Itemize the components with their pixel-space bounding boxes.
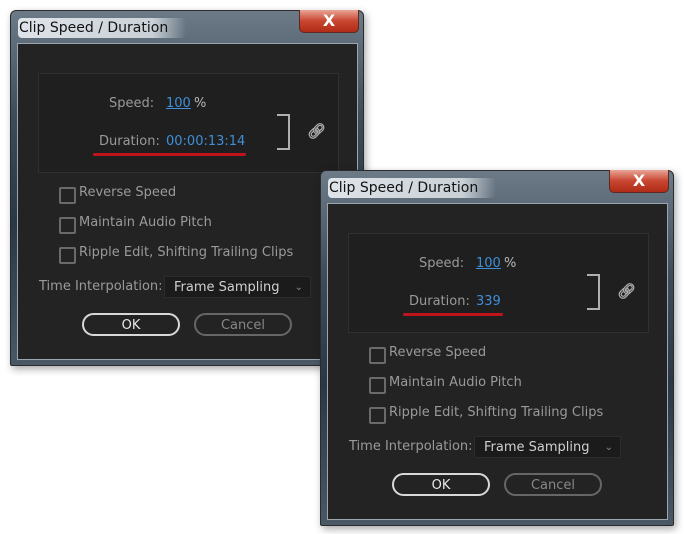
- cancel-button[interactable]: Cancel: [504, 473, 602, 496]
- ripple-edit-checkbox[interactable]: [369, 407, 386, 424]
- link-icon[interactable]: 🔗︎: [307, 122, 326, 140]
- red-highlight-underline: [403, 313, 503, 316]
- reverse-speed-label: Reverse Speed: [389, 345, 487, 360]
- maintain-audio-pitch-checkbox[interactable]: [369, 377, 386, 394]
- link-bracket: [277, 114, 290, 150]
- reverse-speed-checkbox[interactable]: [369, 347, 386, 364]
- maintain-audio-pitch-checkbox[interactable]: [59, 217, 76, 234]
- duration-label: Duration:: [409, 294, 470, 309]
- speed-label: Speed:: [109, 96, 155, 111]
- cancel-button[interactable]: Cancel: [194, 313, 292, 336]
- time-interpolation-value: Frame Sampling: [174, 280, 280, 295]
- time-interpolation-select[interactable]: Frame Sampling ⌄: [164, 276, 311, 298]
- ok-button[interactable]: OK: [392, 473, 490, 496]
- clip-speed-dialog-timecode: Clip Speed / Duration X Speed: 100 % Dur…: [10, 10, 364, 366]
- maintain-audio-pitch-label: Maintain Audio Pitch: [389, 375, 522, 390]
- duration-input[interactable]: 00:00:13:14: [166, 134, 245, 149]
- dialog-title: Clip Speed / Duration: [18, 18, 187, 38]
- chevron-down-icon: ⌄: [294, 282, 303, 293]
- speed-label: Speed:: [419, 256, 465, 271]
- ok-button[interactable]: OK: [82, 313, 180, 336]
- ripple-edit-label: Ripple Edit, Shifting Trailing Clips: [79, 245, 294, 260]
- link-icon[interactable]: 🔗︎: [617, 282, 636, 300]
- dialog-content: Speed: 100 % Duration: 00:00:13:14 🔗︎ Re…: [17, 43, 358, 360]
- link-bracket: [587, 274, 600, 310]
- dialog-content: Speed: 100 % Duration: 339 🔗︎ Reverse Sp…: [327, 203, 668, 520]
- close-icon: X: [322, 11, 336, 30]
- clip-speed-dialog-frames: Clip Speed / Duration X Speed: 100 % Dur…: [320, 170, 674, 526]
- duration-label: Duration:: [99, 134, 160, 149]
- reverse-speed-label: Reverse Speed: [79, 185, 177, 200]
- speed-input[interactable]: 100: [166, 96, 191, 111]
- speed-unit: %: [194, 96, 207, 111]
- ripple-edit-label: Ripple Edit, Shifting Trailing Clips: [389, 405, 604, 420]
- ripple-edit-checkbox[interactable]: [59, 247, 76, 264]
- reverse-speed-checkbox[interactable]: [59, 187, 76, 204]
- speed-duration-group: [348, 233, 649, 333]
- speed-input[interactable]: 100: [476, 256, 501, 271]
- close-icon: X: [632, 171, 646, 190]
- dialog-title: Clip Speed / Duration: [328, 178, 497, 198]
- time-interpolation-value: Frame Sampling: [484, 440, 590, 455]
- speed-duration-group: [38, 73, 339, 173]
- red-highlight-underline: [93, 153, 246, 156]
- time-interpolation-select[interactable]: Frame Sampling ⌄: [474, 436, 621, 458]
- duration-input[interactable]: 339: [476, 294, 501, 309]
- close-button[interactable]: X: [299, 10, 359, 33]
- maintain-audio-pitch-label: Maintain Audio Pitch: [79, 215, 212, 230]
- speed-unit: %: [504, 256, 517, 271]
- time-interpolation-label: Time Interpolation:: [39, 279, 163, 294]
- time-interpolation-label: Time Interpolation:: [349, 439, 473, 454]
- close-button[interactable]: X: [609, 170, 669, 193]
- chevron-down-icon: ⌄: [604, 442, 613, 453]
